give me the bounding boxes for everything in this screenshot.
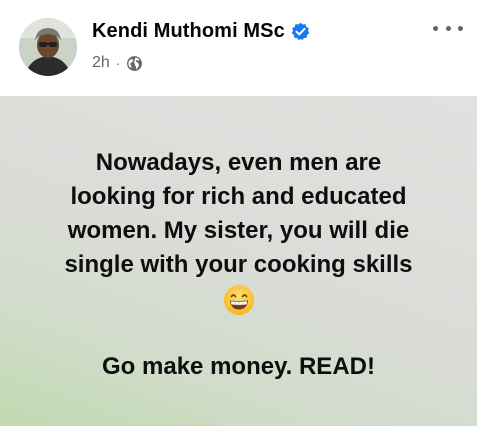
more-dot-icon <box>433 25 438 31</box>
meta-separator: · <box>115 55 121 71</box>
post-header: Kendi Muthomi MSc 2h · <box>0 0 477 96</box>
more-dot-icon <box>458 25 463 31</box>
globe-icon[interactable] <box>126 55 143 72</box>
post-text-line: looking for rich and educated <box>70 183 407 210</box>
grinning-face-emoji-icon <box>223 284 255 316</box>
post-call-to-action: Go make money. READ! <box>102 353 375 380</box>
post-text-line: women. My sister, you will die <box>67 217 410 244</box>
author-row: Kendi Muthomi MSc <box>92 20 310 43</box>
post-meta: 2h · <box>92 54 143 72</box>
verified-badge-icon <box>291 22 310 41</box>
post-text-line: Nowadays, even men are <box>95 149 382 176</box>
post-text-line: single with your cooking skills <box>64 251 413 278</box>
more-dot-icon <box>445 25 451 31</box>
post-timestamp[interactable]: 2h <box>92 54 110 72</box>
author-name[interactable]: Kendi Muthomi MSc <box>92 20 285 43</box>
avatar[interactable] <box>19 18 77 76</box>
more-options-button[interactable] <box>433 16 463 40</box>
post-text: Nowadays, even men are looking for rich … <box>0 146 477 384</box>
facebook-post: Kendi Muthomi MSc 2h · Nowadays, even me… <box>0 0 477 426</box>
post-body[interactable]: Nowadays, even men are looking for rich … <box>0 96 477 426</box>
